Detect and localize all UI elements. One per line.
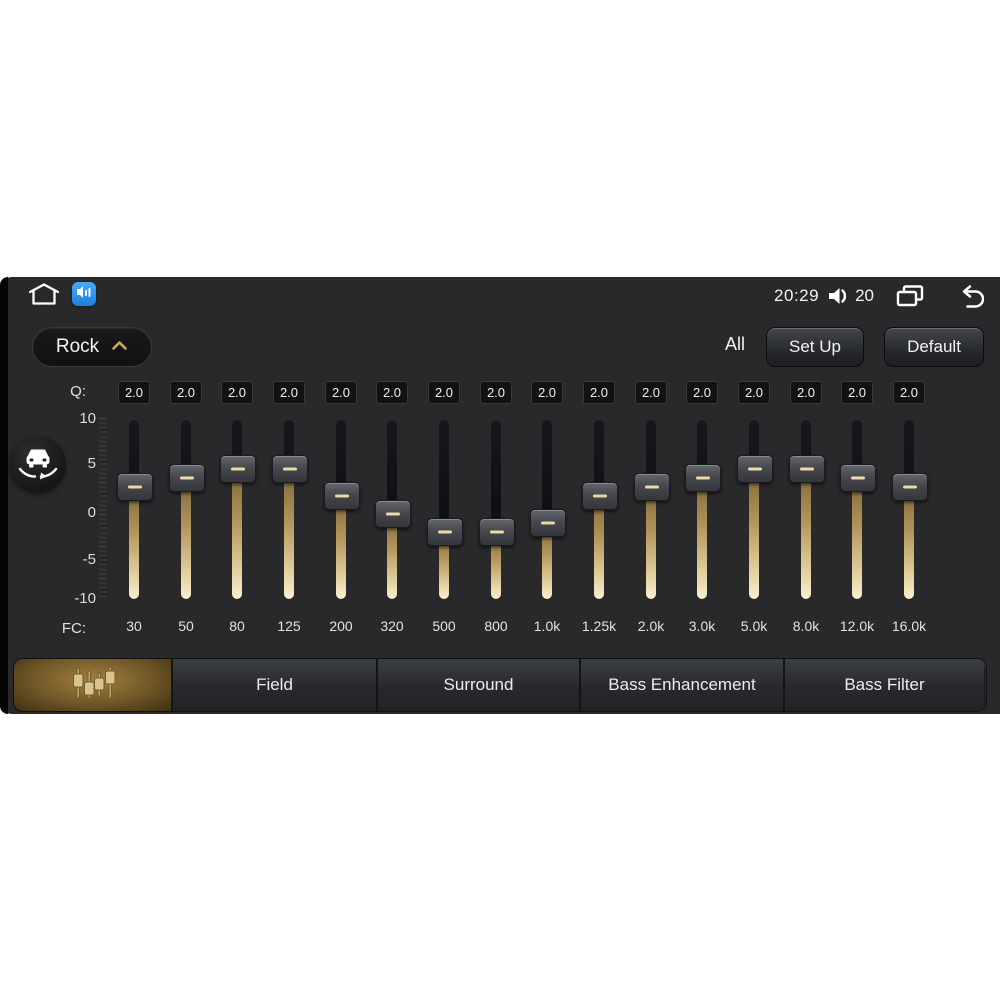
dsp-tab-bar: Field Surround Bass Enhancement Bass Fil…	[13, 658, 987, 712]
slider-handle[interactable]	[117, 473, 153, 501]
home-button[interactable]	[25, 282, 63, 310]
slider-handle[interactable]	[789, 455, 825, 483]
q-value-box[interactable]: 2.0	[480, 381, 512, 404]
q-row-label: Q:	[70, 383, 86, 400]
back-button[interactable]	[954, 284, 984, 309]
recents-button[interactable]	[896, 285, 924, 307]
chevron-up-icon	[111, 338, 128, 356]
fc-row-label: FC:	[61, 620, 86, 637]
slider-handle[interactable]	[840, 464, 876, 492]
slider-fill	[336, 495, 346, 599]
frequency-label: 1.25k	[581, 618, 617, 634]
eq-app-icon	[76, 284, 92, 305]
slider-handle[interactable]	[582, 482, 618, 510]
slider-fill	[181, 477, 191, 599]
slider-fill	[852, 477, 862, 599]
q-value-box[interactable]: 2.0	[893, 381, 925, 404]
slider-handle[interactable]	[324, 482, 360, 510]
clock: 20:29	[774, 286, 820, 305]
slider-handle[interactable]	[685, 464, 721, 492]
tab-surround[interactable]: Surround	[376, 659, 579, 711]
q-value-box[interactable]: 2.0	[635, 381, 667, 404]
slider-fill	[904, 486, 914, 599]
slider-fill	[646, 486, 656, 599]
slider-fill	[697, 477, 707, 599]
frequency-label: 5.0k	[740, 618, 768, 634]
q-value-box[interactable]: 2.0	[686, 381, 718, 404]
q-value-box[interactable]: 2.0	[428, 381, 460, 404]
default-button[interactable]: Default	[884, 327, 984, 367]
q-value-box[interactable]: 2.0	[738, 381, 770, 404]
q-value-box[interactable]: 2.0	[841, 381, 873, 404]
slider-handle[interactable]	[737, 455, 773, 483]
slider-fill	[284, 468, 294, 599]
slider-handle[interactable]	[375, 500, 411, 528]
tab-bass-enhancement[interactable]: Bass Enhancement	[579, 659, 783, 711]
q-value-box[interactable]: 2.0	[790, 381, 822, 404]
slider-fill	[749, 468, 759, 599]
slider-handle[interactable]	[272, 455, 308, 483]
slider-handle[interactable]	[427, 518, 463, 546]
frequency-label: 16.0k	[891, 618, 927, 634]
gain-axis-label: -10	[74, 590, 96, 607]
back-icon	[962, 284, 984, 308]
slider-fill	[129, 486, 139, 599]
slider-handle[interactable]	[530, 509, 566, 537]
gain-axis-ruler	[99, 418, 107, 601]
q-value-box[interactable]: 2.0	[273, 381, 305, 404]
frequency-label: 125	[277, 618, 301, 634]
frequency-label: 80	[229, 618, 245, 634]
frequency-label: 1.0k	[533, 618, 561, 634]
recents-icon	[896, 285, 924, 307]
slider-handle[interactable]	[220, 455, 256, 483]
frequency-label: 30	[126, 618, 142, 634]
q-value-box[interactable]: 2.0	[170, 381, 202, 404]
q-value-box[interactable]: 2.0	[118, 381, 150, 404]
preset-dropdown[interactable]: Rock	[32, 327, 152, 367]
slider-handle[interactable]	[479, 518, 515, 546]
setup-button[interactable]: Set Up	[766, 327, 864, 367]
equalizer-sliders-icon	[66, 665, 120, 706]
status-cluster: 20:29 20	[774, 283, 984, 309]
slider-fill	[232, 468, 242, 599]
screen-bezel	[0, 277, 8, 714]
tab-equalizer[interactable]	[14, 659, 171, 711]
tab-field[interactable]: Field	[171, 659, 376, 711]
q-value-box[interactable]: 2.0	[325, 381, 357, 404]
q-value-box[interactable]: 2.0	[221, 381, 253, 404]
frequency-label: 320	[380, 618, 404, 634]
frequency-label: 12.0k	[839, 618, 875, 634]
slider-handle[interactable]	[169, 464, 205, 492]
slider-handle[interactable]	[892, 473, 928, 501]
gain-axis-label: 0	[87, 504, 96, 521]
home-icon	[27, 281, 61, 312]
volume-level: 20	[855, 286, 874, 305]
tab-bass-filter[interactable]: Bass Filter	[783, 659, 984, 711]
q-value-box[interactable]: 2.0	[531, 381, 563, 404]
q-value-box[interactable]: 2.0	[376, 381, 408, 404]
frequency-label: 3.0k	[688, 618, 716, 634]
slider-fill	[801, 468, 811, 599]
equalizer-screen: 20:29 20 Rock All Set Up Default Q: FC: …	[0, 277, 1000, 714]
gain-axis-label: 5	[87, 455, 96, 472]
gain-axis-label: 10	[79, 410, 96, 427]
frequency-label: 500	[432, 618, 456, 634]
speaker-icon	[828, 286, 850, 306]
eq-app-button[interactable]	[72, 282, 96, 306]
gain-axis-label: -5	[82, 551, 96, 568]
slider-fill	[594, 495, 604, 599]
q-value-box[interactable]: 2.0	[583, 381, 615, 404]
all-button[interactable]: All	[712, 334, 758, 355]
preset-label: Rock	[55, 336, 100, 357]
slider-handle[interactable]	[634, 473, 670, 501]
